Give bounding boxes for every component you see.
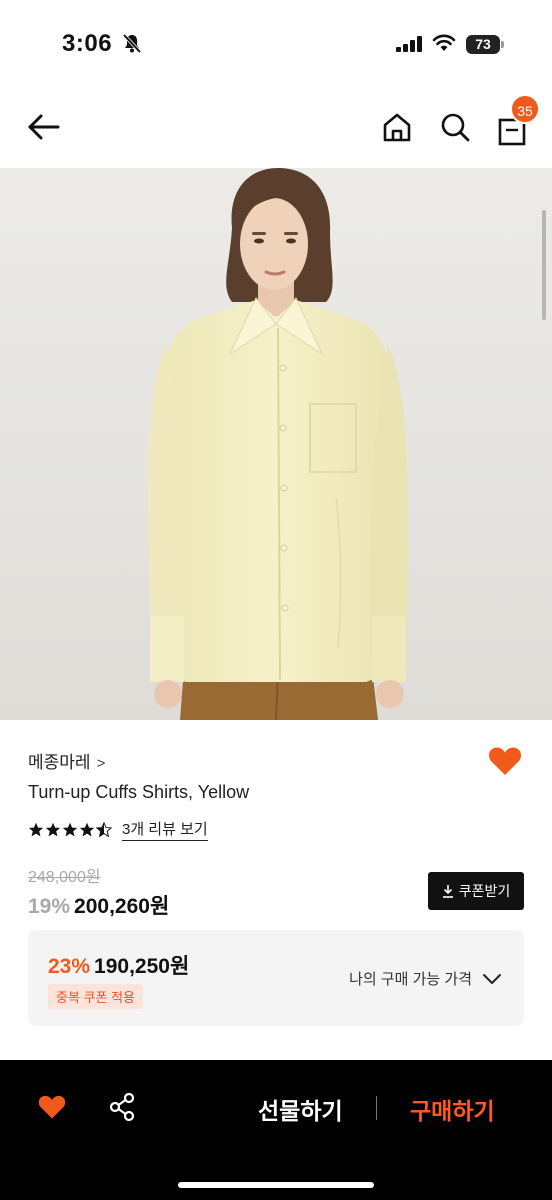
back-arrow-icon[interactable] [24, 110, 64, 144]
bell-off-icon [122, 33, 142, 53]
star-icon [45, 822, 61, 836]
heart-icon[interactable] [38, 1094, 66, 1120]
status-time: 3:06 [62, 30, 113, 57]
star-icon [28, 822, 44, 836]
status-bar: 3:06 73 [0, 0, 552, 90]
share-icon[interactable] [108, 1092, 136, 1122]
product-name: Turn-up Cuffs Shirts, Yellow [28, 782, 250, 802]
star-rating [28, 821, 112, 838]
download-icon [442, 885, 453, 898]
chevron-right-icon: > [96, 755, 106, 772]
home-icon[interactable] [380, 110, 414, 144]
divider [376, 1096, 377, 1120]
stacked-coupon-tag: 중복 쿠폰 적용 [48, 984, 143, 1009]
my-price-label: 나의 구매 가능 가격 [349, 971, 472, 988]
get-coupon-label: 쿠폰받기 [458, 883, 511, 899]
top-nav-bar: 35 [0, 90, 552, 168]
get-coupon-button[interactable]: 쿠폰받기 [428, 872, 524, 910]
coupon-price-box[interactable]: 23% 190,250원 중복 쿠폰 적용 나의 구매 가능 가격 [28, 930, 524, 1026]
bottom-action-bar: 선물하기 구매하기 [0, 1060, 552, 1200]
home-indicator [178, 1182, 374, 1188]
battery-indicator: 73 [466, 35, 500, 54]
scroll-indicator[interactable] [542, 210, 546, 320]
search-icon[interactable] [438, 110, 472, 144]
heart-icon[interactable] [488, 746, 522, 776]
battery-tip [501, 41, 504, 48]
review-link[interactable]: 3개 리뷰 보기 [122, 818, 208, 841]
product-image[interactable] [0, 168, 552, 720]
cart-count-badge: 35 [510, 94, 540, 124]
cellular-signal-icon [396, 36, 422, 52]
star-icon [79, 822, 95, 836]
product-photo-illustration [147, 168, 409, 720]
sale-price: 200,260원 [74, 895, 170, 918]
coupon-price-row: 23% 190,250원 [48, 950, 189, 980]
half-star-icon [96, 821, 112, 837]
buy-button[interactable]: 구매하기 [410, 1092, 495, 1126]
star-icon [62, 822, 78, 836]
brand-name: 메종마레 [28, 753, 91, 772]
rating-row: 3개 리뷰 보기 [28, 818, 208, 841]
discount-percent: 19% [28, 895, 71, 918]
gift-button[interactable]: 선물하기 [258, 1092, 343, 1126]
my-price-toggle[interactable]: 나의 구매 가능 가격 [349, 968, 502, 989]
sale-price-row: 19% 200,260원 [28, 890, 169, 920]
coupon-discount-percent: 23% [48, 955, 91, 978]
chevron-down-icon [483, 973, 501, 984]
coupon-price: 190,250원 [94, 955, 190, 978]
brand-link[interactable]: 메종마레 > [28, 748, 105, 773]
original-price: 248,000원 [28, 869, 101, 886]
wifi-icon [432, 34, 456, 51]
